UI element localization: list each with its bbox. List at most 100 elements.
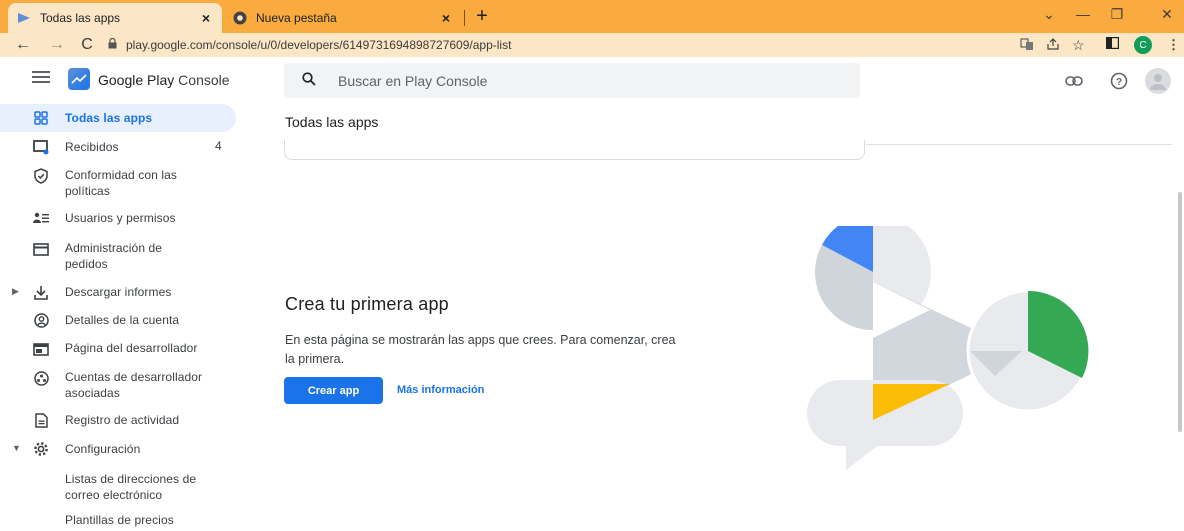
close-tab-icon[interactable]: ×: [198, 10, 214, 26]
sidebar-item-label: Administración de pedidos: [65, 240, 162, 272]
restore-button[interactable]: ❐: [1106, 6, 1128, 23]
sidebar-item-conformidad[interactable]: Conformidad con las políticas: [0, 160, 250, 202]
bookmark-star-icon[interactable]: ☆: [1072, 37, 1085, 54]
account-icon: [32, 311, 50, 329]
play-console-favicon-icon: [16, 10, 32, 26]
shield-icon: [32, 167, 50, 185]
lock-icon: [108, 37, 120, 52]
sidebar-item-label: Recibidos: [65, 140, 119, 154]
search-icon: [302, 71, 322, 90]
back-arrow-icon[interactable]: ←: [12, 36, 34, 54]
sidebar-item-pagina-desarrollador[interactable]: Página del desarrollador: [0, 331, 250, 360]
minimize-button[interactable]: —: [1072, 6, 1094, 22]
sidebar-item-label: Usuarios y permisos: [65, 211, 176, 225]
card-icon: [32, 240, 50, 258]
forward-arrow-icon[interactable]: →: [46, 36, 68, 54]
tab-separator: [464, 10, 465, 26]
sidebar-item-plantillas-precios[interactable]: Plantillas de precios: [0, 503, 250, 531]
sidebar-item-label: Listas de direcciones de correo electróni…: [65, 471, 196, 503]
divider: [866, 144, 1172, 145]
linked-accounts-icon: [32, 369, 50, 387]
sidebar-item-pedidos[interactable]: Administración de pedidos: [0, 230, 250, 274]
page-title: Todas las apps: [285, 114, 379, 130]
help-icon[interactable]: ?: [1108, 70, 1130, 92]
play-console-logo[interactable]: [68, 68, 90, 90]
sidebar-item-label: Conformidad con las políticas: [65, 167, 177, 199]
link-icon[interactable]: [1063, 70, 1085, 92]
tab-nueva-pestana[interactable]: Nueva pestaña ×: [224, 3, 462, 33]
svg-text:?: ?: [1116, 77, 1122, 88]
tab-title: Nueva pestaña: [256, 11, 337, 25]
sidebar-item-label-line: Cuentas de desarrollador: [65, 370, 203, 384]
log-icon: [32, 411, 50, 429]
sidebar-item-label-line: Administración de: [65, 241, 163, 255]
new-tab-button[interactable]: +: [470, 5, 494, 28]
window-close-button[interactable]: ✕: [1156, 6, 1178, 23]
sidebar-item-label: Descargar informes: [65, 285, 172, 299]
browser-tab-bar: Todas las apps × Nueva pestaña × + ⌄ — ❐…: [0, 0, 1184, 33]
sidebar-item-descargar-informes[interactable]: ▶ Descargar informes: [0, 274, 250, 302]
sidebar-item-detalles-cuenta[interactable]: Detalles de la cuenta: [0, 302, 250, 331]
empty-state-description-line: En esta página se mostrarán las apps que…: [285, 333, 676, 347]
illustration-speech-bubble: [807, 380, 963, 470]
inbox-count-badge: 4: [215, 139, 222, 153]
sidebar-item-cuentas-asociadas[interactable]: Cuentas de desarrollador asociadas: [0, 360, 250, 403]
hamburger-menu-icon[interactable]: [32, 70, 52, 89]
translate-icon[interactable]: [1020, 37, 1034, 54]
tab-search-icon[interactable]: ⌄: [1038, 6, 1060, 23]
brand-title-console: Console: [178, 72, 230, 88]
chrome-favicon-icon: [232, 10, 248, 26]
sidebar-item-label: Configuración: [65, 442, 141, 456]
sidebar-item-label: Plantillas de precios: [65, 513, 174, 527]
scrollbar[interactable]: [1178, 192, 1182, 432]
reload-icon[interactable]: C: [76, 36, 98, 54]
address-bar: ← → C play.google.com/console/u/0/develo…: [0, 33, 1184, 57]
illustration-circle-right: [966, 289, 1090, 413]
url-field[interactable]: play.google.com/console/u/0/developers/6…: [108, 36, 511, 54]
grid-icon: [32, 109, 50, 127]
sidebar-item-label-line: asociadas: [65, 386, 120, 400]
search-input[interactable]: Buscar en Play Console: [284, 63, 860, 98]
empty-state-description-line: la primera.: [285, 352, 345, 366]
empty-state-description: En esta página se mostrarán las apps que…: [285, 331, 725, 369]
users-icon: [32, 209, 50, 227]
gear-icon: [32, 440, 50, 458]
empty-state-illustration: [807, 226, 1090, 470]
sidebar: Todas las apps Recibidos 4 Conformidad c…: [0, 102, 250, 531]
sidebar-item-label: Cuentas de desarrollador asociadas: [65, 369, 202, 401]
side-panel-icon[interactable]: [1105, 36, 1120, 52]
tab-todas-las-apps[interactable]: Todas las apps ×: [8, 3, 222, 33]
sidebar-item-label-line: políticas: [65, 184, 110, 198]
sidebar-item-label: Página del desarrollador: [65, 341, 198, 355]
sidebar-item-registro-actividad[interactable]: Registro de actividad: [0, 403, 250, 431]
create-app-button[interactable]: Crear app: [284, 377, 383, 404]
collapse-caret-icon[interactable]: ▼: [12, 443, 21, 453]
more-info-link[interactable]: Más información: [397, 384, 484, 396]
user-avatar[interactable]: [1145, 68, 1171, 94]
download-icon: [32, 283, 50, 301]
app-list-card: [284, 140, 865, 160]
brand-title[interactable]: Google Play Console: [98, 72, 230, 88]
inbox-icon: [32, 138, 50, 156]
sidebar-item-listas-correo[interactable]: Listas de direcciones de correo electróni…: [0, 461, 250, 503]
expand-caret-icon[interactable]: ▶: [12, 286, 19, 297]
sidebar-item-label-line: correo electrónico: [65, 488, 163, 502]
sidebar-item-label-line: pedidos: [65, 257, 108, 271]
sidebar-item-recibidos[interactable]: Recibidos 4: [0, 132, 250, 160]
sidebar-item-label: Registro de actividad: [65, 413, 180, 427]
profile-avatar[interactable]: C: [1134, 36, 1152, 54]
sidebar-item-label: Detalles de la cuenta: [65, 313, 180, 327]
page-icon: [32, 340, 50, 358]
sidebar-item-todas-las-apps[interactable]: Todas las apps: [0, 104, 236, 132]
tab-title: Todas las apps: [40, 11, 121, 25]
sidebar-item-label-line: Conformidad con las: [65, 168, 177, 182]
sidebar-item-usuarios[interactable]: Usuarios y permisos: [0, 202, 250, 230]
search-placeholder: Buscar en Play Console: [338, 72, 488, 89]
close-tab-icon[interactable]: ×: [438, 10, 454, 26]
brand-title-google-play: Google Play: [98, 72, 175, 88]
empty-state-title: Crea tu primera app: [285, 294, 449, 314]
sidebar-item-configuracion[interactable]: ▼ Configuración: [0, 431, 250, 461]
url-text: play.google.com/console/u/0/developers/6…: [126, 38, 512, 52]
share-icon[interactable]: [1046, 37, 1060, 54]
browser-menu-icon[interactable]: ⋮: [1167, 37, 1180, 53]
